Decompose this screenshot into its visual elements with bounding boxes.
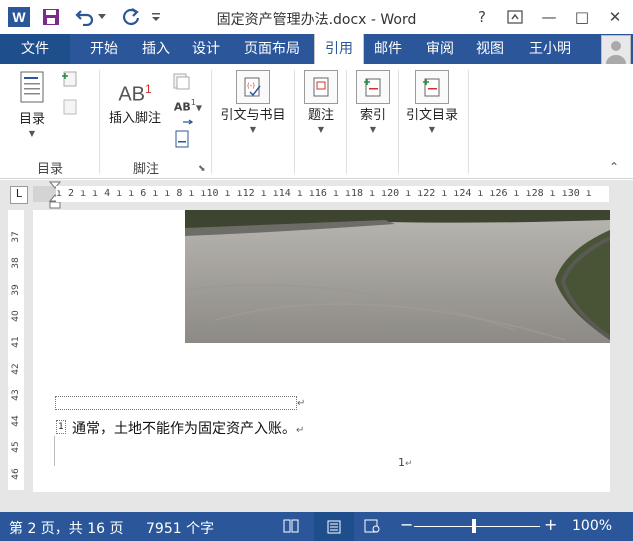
divider xyxy=(211,70,212,174)
divider xyxy=(398,70,399,174)
tab-design[interactable]: 设计 xyxy=(184,34,228,64)
user-name[interactable]: 王小明 xyxy=(520,34,580,64)
document-image[interactable] xyxy=(185,210,610,343)
page-number: 1↵ xyxy=(398,456,413,469)
print-layout-icon[interactable] xyxy=(314,512,354,541)
chevron-down-icon: ▼ xyxy=(28,129,36,138)
chevron-down-icon: ▼ xyxy=(249,125,257,134)
footnote-separator[interactable] xyxy=(55,396,297,410)
divider xyxy=(346,70,347,174)
update-table-icon xyxy=(63,99,77,115)
chevron-down-icon: ▼ xyxy=(369,125,377,134)
vertical-ruler-mark: 45 xyxy=(11,441,21,454)
page-edge-marker xyxy=(54,436,55,466)
vertical-ruler-mark: 42 xyxy=(11,362,21,375)
maximize-button[interactable]: □ xyxy=(570,6,594,28)
web-layout-icon[interactable] xyxy=(364,519,380,537)
add-text-button[interactable] xyxy=(58,70,82,92)
title-bar: W 固定资产管理办法.docx - Word ? — □ ✕ xyxy=(0,0,633,34)
chevron-down-icon: ▼ xyxy=(428,125,436,134)
page-count[interactable]: 第 2 页，共 16 页 xyxy=(9,518,124,538)
vertical-ruler-mark: 40 xyxy=(11,310,21,322)
footnote-reference[interactable]: 1 xyxy=(56,420,66,434)
ribbon: 目录 ▼ 目录 AB1 插入脚注 AB1▼ 脚注 ⬊ (-) 引文与书目 ▼ 题… xyxy=(0,64,633,179)
update-table-button[interactable] xyxy=(58,98,82,120)
zoom-in-button[interactable]: + xyxy=(544,515,557,534)
add-text-icon xyxy=(62,71,77,87)
group-label-toc: 目录 xyxy=(36,162,63,177)
divider xyxy=(294,70,295,174)
tab-review[interactable]: 审阅 xyxy=(418,34,462,64)
tab-file[interactable]: 文件 xyxy=(0,34,70,64)
svg-text:(-): (-) xyxy=(247,82,255,90)
vertical-ruler-mark: 41 xyxy=(11,336,21,348)
paragraph-mark: ↵ xyxy=(297,398,306,409)
horizontal-ruler[interactable]: ı 2 ı ı 4 ı ı 6 ı ı 8 ı ı10 ı ı12 ı ı14 … xyxy=(56,186,609,202)
show-notes-button[interactable] xyxy=(172,130,192,152)
vertical-ruler[interactable]: 37 38 39 40 41 42 43 44 45 46 xyxy=(8,210,24,490)
table-of-authorities-button[interactable]: 引文目录 ▼ xyxy=(400,70,464,134)
vertical-ruler-mark: 43 xyxy=(11,389,21,401)
insert-endnote-button[interactable] xyxy=(170,72,192,94)
dialog-launcher-icon[interactable]: ⬊ xyxy=(198,164,206,174)
index-button[interactable]: 索引 ▼ xyxy=(352,70,394,134)
help-button[interactable]: ? xyxy=(470,6,494,28)
word-count[interactable]: 7951 个字 xyxy=(146,518,214,538)
divider xyxy=(468,70,469,174)
captions-icon xyxy=(304,70,338,104)
captions-button[interactable]: 题注 ▼ xyxy=(300,70,342,134)
divider xyxy=(99,70,100,174)
insert-footnote-icon: AB1 xyxy=(118,82,152,106)
next-footnote-button[interactable]: AB1▼ xyxy=(170,98,206,125)
citations-icon: (-) xyxy=(236,70,270,104)
table-of-contents-icon xyxy=(20,71,44,103)
close-button[interactable]: ✕ xyxy=(603,6,627,28)
tab-home[interactable]: 开始 xyxy=(82,34,126,64)
footnote-text[interactable]: 通常，土地不能作为固定资产入账。↵ xyxy=(72,418,304,438)
status-bar: 第 2 页，共 16 页 7951 个字 − + 100% xyxy=(0,512,633,541)
read-mode-icon[interactable] xyxy=(283,519,299,537)
zoom-slider-handle[interactable] xyxy=(472,519,476,533)
vertical-ruler-mark: 39 xyxy=(11,283,21,296)
citations-bibliography-button[interactable]: (-) 引文与书目 ▼ xyxy=(214,70,292,134)
zoom-slider[interactable] xyxy=(414,526,540,527)
next-footnote-icon: AB xyxy=(173,100,191,114)
zoom-out-button[interactable]: − xyxy=(400,515,413,534)
avatar[interactable] xyxy=(601,35,631,65)
minimize-button[interactable]: — xyxy=(537,6,561,28)
vertical-ruler-mark: 44 xyxy=(11,415,21,427)
insert-endnote-icon xyxy=(173,73,190,90)
ribbon-display-options-button[interactable] xyxy=(503,6,527,28)
vertical-ruler-mark: 46 xyxy=(11,467,21,480)
tab-page-layout[interactable]: 页面布局 xyxy=(236,34,308,64)
table-of-authorities-icon xyxy=(415,70,449,104)
show-notes-icon xyxy=(175,130,189,148)
tab-references[interactable]: 引用 xyxy=(314,34,364,64)
tab-selector[interactable]: L xyxy=(10,186,28,204)
chevron-down-icon: ▼ xyxy=(317,125,325,134)
vertical-ruler-mark: 37 xyxy=(11,231,21,243)
tab-view[interactable]: 视图 xyxy=(468,34,512,64)
tab-insert[interactable]: 插入 xyxy=(134,34,178,64)
group-label-footnotes: 脚注 xyxy=(132,162,159,177)
table-of-contents-button[interactable]: 目录 ▼ xyxy=(10,70,54,138)
collapse-ribbon-icon[interactable]: ⌃ xyxy=(609,160,619,174)
tab-mailings[interactable]: 邮件 xyxy=(366,34,410,64)
vertical-ruler-mark: 38 xyxy=(11,257,21,270)
index-icon xyxy=(356,70,390,104)
ribbon-tabs: 文件 开始 插入 设计 页面布局 引用 邮件 审阅 视图 王小明 xyxy=(0,34,633,64)
insert-footnote-button[interactable]: AB1 插入脚注 xyxy=(104,82,166,126)
zoom-level[interactable]: 100% xyxy=(572,518,612,534)
